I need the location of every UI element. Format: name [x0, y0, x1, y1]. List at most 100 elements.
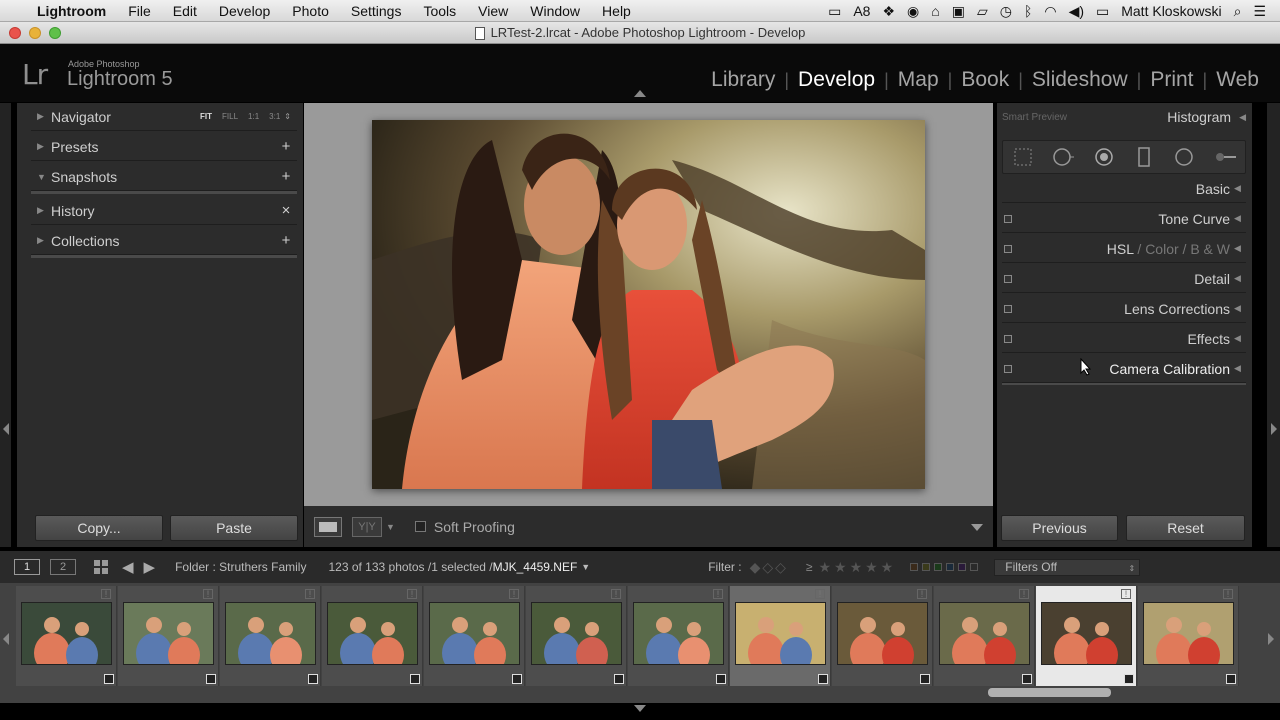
flag-icon[interactable]: ! [815, 589, 825, 599]
filmstrip-right-arrow-icon[interactable] [1268, 633, 1274, 645]
radial-filter-icon[interactable] [1173, 146, 1195, 168]
volume-icon[interactable]: ◀) [1069, 3, 1084, 20]
toolbar-options-dropdown-icon[interactable] [971, 524, 983, 531]
notification-center-icon[interactable]: ☰ [1253, 3, 1266, 20]
bw-tab[interactable]: B & W [1190, 241, 1230, 257]
filmstrip-thumbnail[interactable]: ! [220, 586, 321, 686]
flag-icon[interactable]: ! [1019, 589, 1029, 599]
flag-icon[interactable]: ! [1223, 589, 1233, 599]
filmstrip-thumbnail[interactable]: ! [526, 586, 627, 686]
panel-switch-icon[interactable] [1004, 214, 1012, 223]
nav-zoom-fill[interactable]: FILL [222, 112, 238, 121]
main-window-button[interactable]: 1 [14, 559, 40, 575]
airplay-icon[interactable]: ▱ [977, 3, 988, 20]
paste-settings-button[interactable]: Paste [170, 515, 298, 541]
main-photo[interactable] [372, 120, 925, 489]
filmstrip-scrollbar[interactable] [988, 688, 1111, 697]
loupe-view-button[interactable] [314, 516, 342, 537]
grid-view-icon[interactable] [94, 560, 108, 574]
back-arrow-icon[interactable]: ◀ [122, 558, 134, 576]
panel-switch-icon[interactable] [1004, 304, 1012, 313]
panel-switch-icon[interactable] [1004, 274, 1012, 283]
graduated-filter-icon[interactable] [1133, 146, 1155, 168]
nav-zoom-3-1[interactable]: 3:1 [269, 112, 280, 121]
right-collapse-arrow-icon[interactable] [1271, 423, 1277, 435]
before-after-button[interactable]: Y|Y [352, 516, 382, 537]
home-icon[interactable]: ⌂ [931, 3, 939, 19]
bluetooth-icon[interactable]: ᛒ [1024, 3, 1032, 19]
panel-switch-icon[interactable] [1004, 334, 1012, 343]
effects-panel-header[interactable]: Effects ◀ [1002, 325, 1246, 353]
filmstrip-thumbnail[interactable]: ! [832, 586, 933, 686]
menu-develop[interactable]: Develop [208, 3, 281, 19]
flag-icon[interactable]: ! [101, 589, 111, 599]
zoom-window-button[interactable] [49, 27, 61, 39]
user-name[interactable]: Matt Kloskowski [1121, 3, 1221, 19]
wifi-icon[interactable]: ◠ [1044, 3, 1056, 20]
flag-icon[interactable]: ! [203, 589, 213, 599]
history-header[interactable]: ▶ History × [31, 197, 297, 225]
flag-icon[interactable]: ! [917, 589, 927, 599]
camera-calibration-panel-header[interactable]: Camera Calibration ◀ [1002, 355, 1246, 383]
module-map[interactable]: Map [889, 68, 948, 92]
minimize-window-button[interactable] [29, 27, 41, 39]
filmstrip-thumbnail[interactable]: ! [1036, 586, 1137, 686]
nav-zoom-1-1[interactable]: 1:1 [248, 112, 259, 121]
adjustment-brush-icon[interactable] [1214, 146, 1236, 168]
filename-dropdown-icon[interactable]: ▼ [581, 562, 590, 572]
flag-icon[interactable]: ! [509, 589, 519, 599]
rating-operator[interactable]: ≥ [806, 560, 813, 574]
module-develop[interactable]: Develop [789, 68, 884, 92]
left-panel-toggle-strip[interactable] [0, 103, 11, 547]
add-preset-button[interactable]: + [275, 138, 297, 155]
color-label-filters[interactable] [908, 560, 980, 574]
module-slideshow[interactable]: Slideshow [1023, 68, 1137, 92]
menu-file[interactable]: File [117, 3, 162, 19]
adobe-status-icon[interactable]: A8 [853, 3, 870, 19]
battery-icon[interactable]: ▭ [1096, 3, 1109, 20]
hsl-tab[interactable]: HSL [1107, 241, 1134, 257]
module-web[interactable]: Web [1207, 68, 1268, 92]
menu-tools[interactable]: Tools [412, 3, 467, 19]
red-eye-icon[interactable] [1093, 146, 1115, 168]
crop-overlay-icon[interactable] [1012, 146, 1034, 168]
detail-panel-header[interactable]: Detail ◀ [1002, 265, 1246, 293]
spotlight-icon[interactable]: ⌕ [1234, 3, 1242, 20]
add-collection-button[interactable]: + [275, 232, 297, 249]
filmstrip-thumbnail[interactable]: ! [1138, 586, 1239, 686]
presets-header[interactable]: ▶ Presets + [31, 133, 297, 161]
reset-button[interactable]: Reset [1126, 515, 1245, 541]
menu-settings[interactable]: Settings [340, 3, 413, 19]
histogram-header[interactable]: Smart Preview Histogram ◀ [1002, 103, 1246, 131]
module-book[interactable]: Book [952, 68, 1018, 92]
filmstrip-thumbnail[interactable]: ! [16, 586, 117, 686]
menu-window[interactable]: Window [519, 3, 591, 19]
close-window-button[interactable] [9, 27, 21, 39]
lens-corrections-panel-header[interactable]: Lens Corrections ◀ [1002, 295, 1246, 323]
spot-removal-icon[interactable] [1052, 146, 1075, 168]
filter-preset-select[interactable]: Filters Off ⇕ [994, 558, 1141, 576]
panel-switch-icon[interactable] [1004, 364, 1012, 373]
right-panel-toggle-strip[interactable] [1267, 103, 1280, 547]
soft-proofing-checkbox[interactable] [414, 521, 426, 532]
module-library[interactable]: Library [702, 68, 784, 92]
dropbox-icon[interactable]: ❖ [882, 3, 895, 20]
time-machine-icon[interactable]: ◷ [1000, 3, 1012, 20]
collections-header[interactable]: ▶ Collections + [31, 227, 297, 255]
filmstrip-thumbnail[interactable]: ! [730, 586, 831, 686]
copy-settings-button[interactable]: Copy... [35, 515, 163, 541]
top-panel-toggle-arrow[interactable] [634, 90, 646, 97]
flag-icon[interactable]: ! [407, 589, 417, 599]
filmstrip-thumbnail[interactable]: ! [628, 586, 729, 686]
module-print[interactable]: Print [1141, 68, 1202, 92]
flag-icon[interactable]: ! [1121, 589, 1131, 599]
snapshots-header[interactable]: ▼ Snapshots + [31, 163, 297, 191]
before-after-dropdown-icon[interactable]: ▼ [386, 522, 395, 532]
flag-icon[interactable]: ! [611, 589, 621, 599]
filmstrip-thumbnail[interactable]: ! [424, 586, 525, 686]
add-snapshot-button[interactable]: + [275, 168, 297, 185]
camera-icon[interactable]: ▭ [828, 3, 841, 20]
zoom-stepper-icon[interactable]: ⇕ [284, 112, 291, 121]
color-tab[interactable]: Color [1145, 241, 1178, 257]
selected-filename[interactable]: MJK_4459.NEF [493, 560, 578, 574]
